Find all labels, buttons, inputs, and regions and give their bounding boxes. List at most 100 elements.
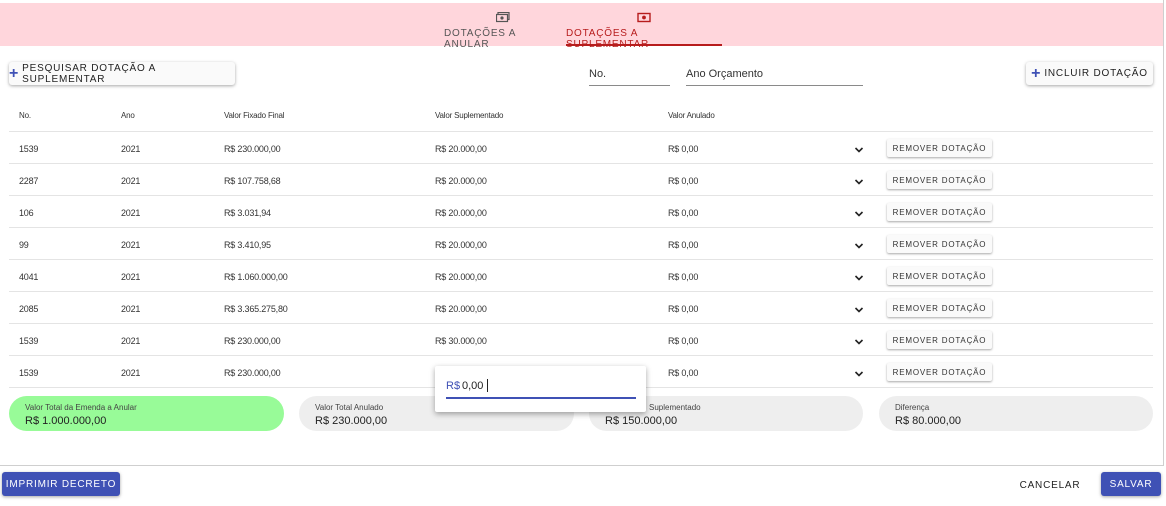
- cell-no: 1539: [19, 144, 39, 154]
- cell-anulado: R$ 0,00: [668, 176, 699, 186]
- table-row: 4041 2021 R$ 1.060.000,00 R$ 20.000,00 R$ 0,…: [9, 260, 1153, 292]
- remover-dotacao-button[interactable]: REMOVER DOTAÇÃO: [887, 363, 992, 381]
- cell-no: 2085: [19, 304, 39, 314]
- table-row: 1539 2021 R$ 230.000,00 R$ 30.000,00 R$ 0,00…: [9, 324, 1153, 356]
- cell-suplementado[interactable]: R$ 20.000,00: [435, 208, 487, 218]
- chevron-down-icon[interactable]: [854, 270, 864, 281]
- cell-anulado: R$ 0,00: [668, 368, 699, 378]
- cell-anulado: R$ 0,00: [668, 144, 699, 154]
- remover-dotacao-button[interactable]: REMOVER DOTAÇÃO: [887, 331, 992, 349]
- table-row: 106 2021 R$ 3.031,94 R$ 20.000,00 R$ 0,00 REM…: [9, 196, 1153, 228]
- remover-dotacao-button[interactable]: REMOVER DOTAÇÃO: [887, 267, 992, 285]
- cancel-label: CANCELAR: [1019, 479, 1081, 491]
- column-header-valor-suplementado: Valor Suplementado: [435, 111, 504, 120]
- cell-suplementado[interactable]: R$ 20.000,00: [435, 304, 487, 314]
- search-dotacao-button[interactable]: + PESQUISAR DOTAÇÃO A SUPLEMENTAR: [9, 62, 235, 85]
- cell-suplementado[interactable]: R$ 20.000,00: [435, 240, 487, 250]
- imprimir-decreto-button[interactable]: IMPRIMIR DECRETO: [2, 472, 120, 496]
- table-row: 2287 2021 R$ 107.758,68 R$ 20.000,00 R$ 0,00…: [9, 164, 1153, 196]
- remover-dotacao-button[interactable]: REMOVER DOTAÇÃO: [887, 139, 992, 157]
- chevron-down-icon[interactable]: [854, 206, 864, 217]
- column-header-valor-fixado: Valor Fixado Final: [224, 111, 285, 120]
- cell-suplementado[interactable]: R$ 20.000,00: [435, 272, 487, 282]
- cell-fixado: R$ 230.000,00: [224, 368, 281, 378]
- cell-no: 99: [19, 240, 29, 250]
- chevron-down-icon[interactable]: [854, 302, 864, 313]
- chevron-down-icon[interactable]: [854, 334, 864, 345]
- table-row: 2085 2021 R$ 3.365.275,80 R$ 20.000,00 R$ 0,…: [9, 292, 1153, 324]
- cell-no: 2287: [19, 176, 39, 186]
- cell-fixado: R$ 230.000,00: [224, 336, 281, 346]
- tab-label: DOTAÇÕES A ANULAR: [444, 28, 516, 50]
- cell-suplementado[interactable]: R$ 20.000,00: [435, 144, 487, 154]
- plus-icon: +: [1031, 64, 1042, 82]
- chevron-down-icon[interactable]: [854, 238, 864, 249]
- summary-value: R$ 80.000,00: [895, 415, 962, 427]
- no-field[interactable]: No.: [589, 68, 670, 86]
- save-label: SALVAR: [1109, 478, 1153, 490]
- edit-value-input[interactable]: 0,00: [462, 380, 483, 392]
- cell-anulado: R$ 0,00: [668, 304, 699, 314]
- tab-dotacoes-anular[interactable]: DOTAÇÕES A ANULAR: [444, 3, 562, 50]
- column-header-ano: Ano: [121, 111, 135, 120]
- cell-suplementado[interactable]: R$ 30.000,00: [435, 336, 487, 346]
- summary-label: Valor Total Anulado: [315, 403, 384, 412]
- remover-dotacao-button[interactable]: REMOVER DOTAÇÃO: [887, 299, 992, 317]
- remover-dotacao-button[interactable]: REMOVER DOTAÇÃO: [887, 171, 992, 189]
- chevron-down-icon[interactable]: [854, 174, 864, 185]
- search-dotacao-label: PESQUISAR DOTAÇÃO A SUPLEMENTAR: [22, 62, 156, 85]
- cell-ano: 2021: [121, 272, 141, 282]
- cell-anulado: R$ 0,00: [668, 336, 699, 346]
- currency-prefix: R$: [446, 380, 461, 392]
- tab-dotacoes-suplementar[interactable]: DOTAÇÕES A SUPLEMENTAR: [566, 3, 722, 50]
- remover-dotacao-button[interactable]: REMOVER DOTAÇÃO: [887, 203, 992, 221]
- save-button[interactable]: SALVAR: [1101, 472, 1161, 496]
- cell-no: 1539: [19, 368, 39, 378]
- summary-label: Valor Total da Emenda a Anular: [25, 403, 137, 412]
- tab-label: DOTAÇÕES A SUPLEMENTAR: [566, 28, 650, 50]
- table-row: 99 2021 R$ 3.410,95 R$ 20.000,00 R$ 0,00 REMO…: [9, 228, 1153, 260]
- cell-anulado: R$ 0,00: [668, 240, 699, 250]
- cell-ano: 2021: [121, 304, 141, 314]
- ano-orcamento-placeholder: Ano Orçamento: [686, 68, 764, 80]
- table-row: 1539 2021 R$ 230.000,00 R$ 20.000,00 R$ 0,00…: [9, 132, 1153, 164]
- summary-value: R$ 230.000,00: [315, 415, 388, 427]
- chevron-down-icon[interactable]: [854, 366, 864, 377]
- plus-icon: +: [9, 64, 20, 82]
- chevron-down-icon[interactable]: [854, 142, 864, 153]
- summary-label: Diferença: [895, 403, 930, 412]
- tab-bar: DOTAÇÕES A ANULAR DOTAÇÕES A SUPLEMENTAR: [0, 3, 1163, 50]
- cell-fixado: R$ 1.060.000,00: [224, 272, 288, 282]
- no-field-placeholder: No.: [589, 68, 607, 80]
- cell-no: 1539: [19, 336, 39, 346]
- money-icon: [496, 12, 510, 23]
- remover-dotacao-button[interactable]: REMOVER DOTAÇÃO: [887, 235, 992, 253]
- cell-ano: 2021: [121, 176, 141, 186]
- cell-fixado: R$ 3.410,95: [224, 240, 271, 250]
- summary-diferenca: Diferença R$ 80.000,00: [879, 396, 1153, 431]
- cell-fixado: R$ 3.365.275,80: [224, 304, 288, 314]
- column-header-no: No.: [19, 111, 31, 120]
- summary-value: R$ 1.000.000,00: [25, 415, 107, 427]
- cell-anulado: R$ 0,00: [668, 272, 699, 282]
- cell-ano: 2021: [121, 144, 141, 154]
- summary-total-emenda: Valor Total da Emenda a Anular R$ 1.000.…: [9, 396, 284, 431]
- cell-ano: 2021: [121, 240, 141, 250]
- incluir-dotacao-button[interactable]: + INCLUIR DOTAÇÃO: [1026, 62, 1153, 85]
- cell-no: 4041: [19, 272, 39, 282]
- imprimir-decreto-label: IMPRIMIR DECRETO: [5, 478, 117, 490]
- cell-ano: 2021: [121, 208, 141, 218]
- cancel-button[interactable]: CANCELAR: [1016, 474, 1084, 496]
- cell-ano: 2021: [121, 368, 141, 378]
- summary-value: R$ 150.000,00: [605, 415, 678, 427]
- ano-orcamento-field[interactable]: Ano Orçamento: [686, 68, 863, 86]
- money-icon: [637, 12, 651, 23]
- cell-fixado: R$ 107.758,68: [224, 176, 281, 186]
- cell-suplementado[interactable]: R$ 20.000,00: [435, 176, 487, 186]
- cell-fixado: R$ 3.031,94: [224, 208, 271, 218]
- text-caret: [487, 379, 488, 392]
- input-underline: [446, 397, 636, 399]
- summary-label: Suplementado: [649, 403, 701, 412]
- incluir-dotacao-label: INCLUIR DOTAÇÃO: [1044, 68, 1148, 79]
- edit-value-popup: R$ 0,00: [435, 366, 646, 412]
